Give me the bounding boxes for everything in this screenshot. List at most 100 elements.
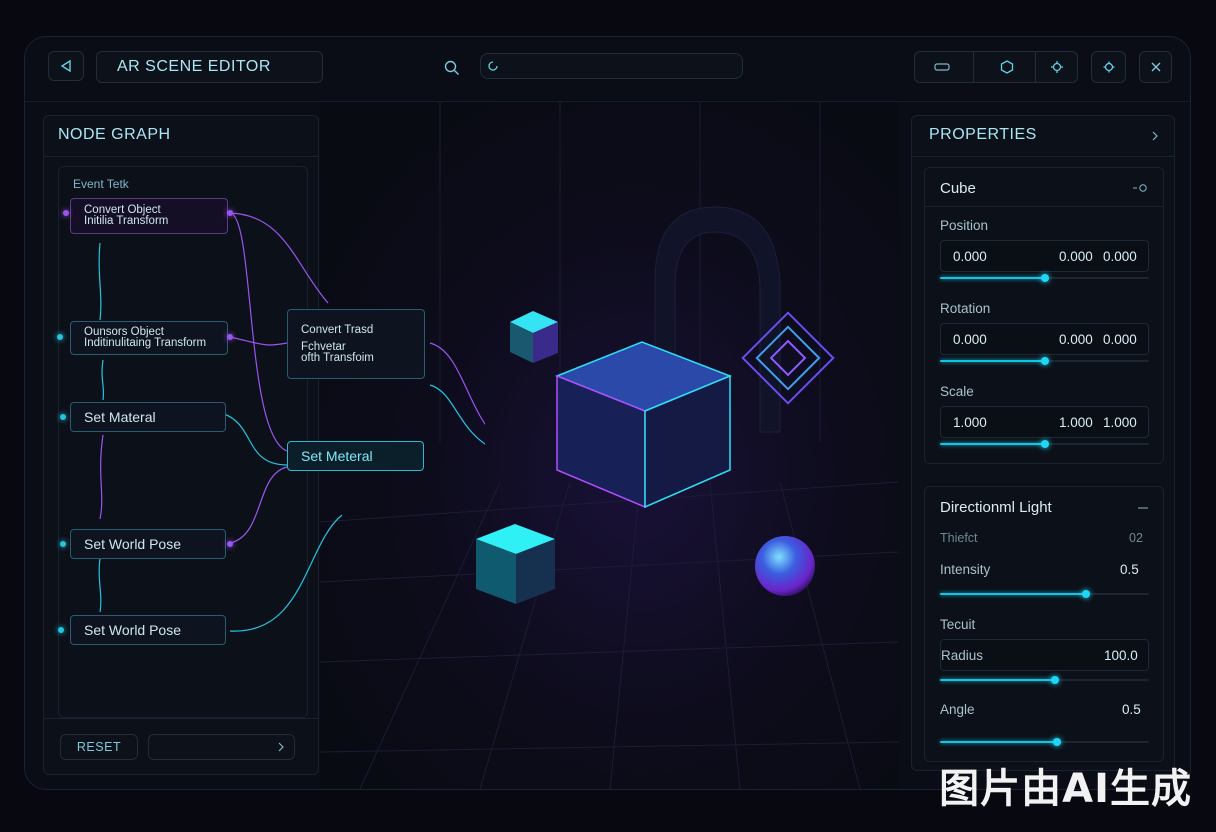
properties-panel: PROPERTIES Cube Position 0.000 0.000 0.0… xyxy=(911,115,1175,771)
slider-thumb[interactable] xyxy=(1040,440,1049,448)
convert-transform-node[interactable]: Convert Trasd Fchvetar ofth Transfoim xyxy=(287,309,425,379)
ai-watermark: 图片由AI生成 xyxy=(939,766,1192,812)
node-title: Convert Trasd xyxy=(301,323,374,336)
node-subtitle: Inditinulitaing Transform xyxy=(84,337,207,349)
node-port[interactable] xyxy=(227,541,233,547)
set-world-pose-node-1[interactable]: Set World Pose xyxy=(70,529,226,559)
settings-icon[interactable] xyxy=(1129,180,1151,196)
intensity-value: 0.5 xyxy=(1120,562,1139,577)
node-subtitle: Fchvetar xyxy=(301,340,346,353)
radius-slider[interactable] xyxy=(940,676,1149,684)
light-section: Directionml Light Thiefct 02 Intensity 0… xyxy=(924,486,1164,762)
object-section: Cube Position 0.000 0.000 0.000 Rotation… xyxy=(924,167,1164,464)
chevron-right-icon[interactable] xyxy=(1148,126,1162,146)
search-input[interactable] xyxy=(505,57,739,77)
intensity-slider[interactable] xyxy=(940,590,1149,598)
rotation-x: 0.000 xyxy=(953,332,987,347)
search-icon[interactable] xyxy=(441,57,463,79)
node-title: Set World Pose xyxy=(84,622,182,638)
slider-fill xyxy=(940,679,1055,681)
node-title: Set World Pose xyxy=(84,536,182,552)
slider-fill xyxy=(940,360,1045,362)
set-material-node-left[interactable]: Set Materal xyxy=(70,402,226,432)
rotation-field[interactable]: 0.000 0.000 0.000 xyxy=(940,323,1149,355)
position-z: 0.000 xyxy=(1103,249,1137,264)
node-graph-title: NODE GRAPH xyxy=(58,126,171,143)
title-box: AR SCENE EDITOR xyxy=(96,51,323,83)
refresh-icon xyxy=(485,58,501,74)
properties-title: PROPERTIES xyxy=(929,126,1037,143)
rectangle-icon[interactable] xyxy=(915,52,969,82)
minus-icon[interactable] xyxy=(1135,501,1151,515)
app-title: AR SCENE EDITOR xyxy=(117,58,271,75)
angle-value: 0.5 xyxy=(1122,702,1141,717)
radius-value: 100.0 xyxy=(1104,648,1138,663)
rotation-y: 0.000 xyxy=(1059,332,1093,347)
graph-navigator[interactable] xyxy=(148,734,295,760)
slider-thumb[interactable] xyxy=(1050,676,1059,684)
event-group-label: Event Tetk xyxy=(73,177,129,191)
position-slider[interactable] xyxy=(940,274,1149,282)
set-material-node-right[interactable]: Set Meteral xyxy=(287,441,424,471)
radius-label: Radius xyxy=(941,648,984,663)
slider-fill xyxy=(940,277,1045,279)
node-port[interactable] xyxy=(63,210,69,216)
reset-label: RESET xyxy=(76,740,122,754)
object-name: Cube xyxy=(940,180,976,197)
close-icon xyxy=(1140,52,1171,82)
radius-field[interactable]: Radius 100.0 xyxy=(940,639,1149,671)
node-port[interactable] xyxy=(227,334,233,340)
intensity-label: Intensity xyxy=(940,562,991,577)
angle-field[interactable]: Angle 0.5 xyxy=(940,694,1149,726)
light-name: Directionml Light xyxy=(940,499,1052,516)
chevron-right-icon xyxy=(274,735,288,759)
back-button[interactable] xyxy=(48,51,84,81)
node-title: Set Meteral xyxy=(301,448,373,464)
scale-z: 1.000 xyxy=(1103,415,1137,430)
convert-object-node-1[interactable]: Convert Object Initilia Transform xyxy=(70,198,228,234)
editor-window: AR SCENE EDITOR NODE GRAPH Event Tetk RE… xyxy=(24,36,1191,790)
set-world-pose-node-2[interactable]: Set World Pose xyxy=(70,615,226,645)
node-port[interactable] xyxy=(227,210,233,216)
light-sub-label: Thiefct xyxy=(940,531,978,545)
back-icon xyxy=(49,52,83,80)
toolbar-group xyxy=(914,51,1078,83)
position-label: Position xyxy=(940,218,989,233)
reset-button[interactable]: RESET xyxy=(60,734,138,760)
hex-icon[interactable] xyxy=(981,52,1033,82)
angle-label: Angle xyxy=(940,702,975,717)
gear-icon[interactable] xyxy=(1036,52,1078,82)
scale-label: Scale xyxy=(940,384,974,399)
node-port[interactable] xyxy=(58,627,64,633)
slider-thumb[interactable] xyxy=(1053,738,1062,746)
scale-slider[interactable] xyxy=(940,440,1149,448)
scale-x: 1.000 xyxy=(953,415,987,430)
scale-field[interactable]: 1.000 1.000 1.000 xyxy=(940,406,1149,438)
top-bar: AR SCENE EDITOR xyxy=(25,37,1190,102)
slider-thumb[interactable] xyxy=(1040,274,1049,282)
rotation-slider[interactable] xyxy=(940,357,1149,365)
node-title: Set Materal xyxy=(84,409,156,425)
slider-fill xyxy=(940,593,1087,595)
position-field[interactable]: 0.000 0.000 0.000 xyxy=(940,240,1149,272)
settings-button[interactable] xyxy=(1091,51,1126,83)
node-port[interactable] xyxy=(60,414,66,420)
position-y: 0.000 xyxy=(1059,249,1093,264)
position-x: 0.000 xyxy=(953,249,987,264)
slider-thumb[interactable] xyxy=(1082,590,1091,598)
node-port[interactable] xyxy=(57,334,63,340)
rotation-label: Rotation xyxy=(940,301,991,316)
settings-icon xyxy=(1092,52,1125,82)
intensity-field[interactable]: Intensity 0.5 xyxy=(940,554,1149,586)
slider-fill xyxy=(940,741,1058,743)
light-section-label: Tecuit xyxy=(940,617,976,632)
rotation-z: 0.000 xyxy=(1103,332,1137,347)
close-button[interactable] xyxy=(1139,51,1172,83)
node-port[interactable] xyxy=(60,541,66,547)
light-sub-value: 02 xyxy=(1129,531,1143,545)
slider-thumb[interactable] xyxy=(1040,357,1049,365)
slider-fill xyxy=(940,443,1045,445)
convert-object-node-2[interactable]: Ounsors Object Inditinulitaing Transform xyxy=(70,321,228,355)
search-field[interactable] xyxy=(480,53,743,79)
angle-slider[interactable] xyxy=(940,738,1149,746)
